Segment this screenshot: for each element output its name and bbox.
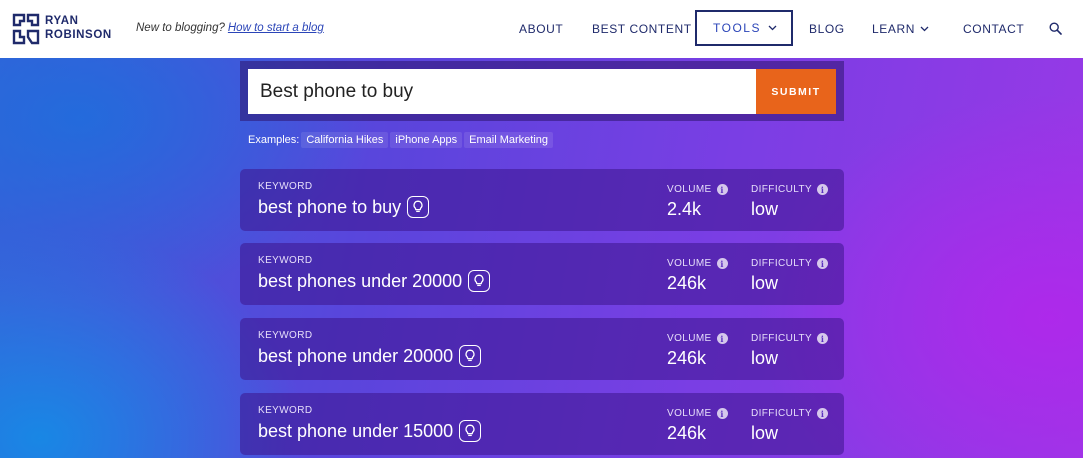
volume-label: VOLUME i [667, 258, 728, 269]
keyword-label: KEYWORD [258, 330, 313, 341]
keyword-label: KEYWORD [258, 181, 313, 192]
keyword-result-card: KEYWORD best phone under 15000 VOLUME i 2… [240, 393, 844, 455]
volume-label-text: VOLUME [667, 184, 712, 195]
tagline-text: New to blogging? [136, 22, 225, 34]
keyword-value: best phone to buy [258, 196, 402, 217]
keyword-text: best phone under 20000 [258, 345, 482, 367]
nav-blog[interactable]: BLOG [809, 22, 845, 36]
volume-label: VOLUME i [667, 408, 728, 419]
logo-line-2: ROBINSON [45, 28, 112, 41]
info-icon[interactable]: i [817, 258, 829, 269]
volume-label: VOLUME i [667, 184, 728, 195]
example-chip[interactable]: iPhone Apps [390, 132, 463, 148]
difficulty-value: low [751, 348, 779, 368]
difficulty-label-text: DIFFICULTY [751, 333, 813, 344]
keyword-result-card: KEYWORD best phone to buy VOLUME i 2.4k D… [240, 169, 844, 231]
volume-label-text: VOLUME [667, 408, 712, 419]
nav-learn[interactable]: LEARN [872, 22, 915, 36]
site-logo[interactable]: RYAN ROBINSON [12, 13, 152, 45]
volume-value: 246k [667, 348, 707, 368]
difficulty-label-text: DIFFICULTY [751, 258, 813, 269]
keyword-label: KEYWORD [258, 405, 313, 416]
info-icon[interactable]: i [716, 333, 728, 344]
nav-about[interactable]: ABOUT [519, 22, 563, 36]
search-icon[interactable] [1049, 22, 1062, 35]
volume-label-text: VOLUME [667, 333, 712, 344]
nav-contact[interactable]: CONTACT [963, 22, 1024, 36]
nav-best-content[interactable]: BEST CONTENT [592, 22, 692, 36]
volume-label-text: VOLUME [667, 258, 712, 269]
info-icon[interactable]: i [716, 258, 728, 269]
lightbulb-icon[interactable] [459, 420, 482, 442]
keyword-label: KEYWORD [258, 255, 313, 266]
volume-value: 246k [667, 423, 707, 443]
keyword-text: best phone to buy [258, 196, 430, 218]
keyword-result-card: KEYWORD best phone under 20000 VOLUME i 2… [240, 318, 844, 380]
info-icon[interactable]: i [817, 333, 829, 344]
chevron-down-icon [920, 26, 929, 32]
difficulty-value: low [751, 199, 779, 219]
lightbulb-icon[interactable] [407, 196, 430, 218]
header-tagline: New to blogging? How to start a blog [136, 22, 324, 34]
keyword-search-input[interactable] [248, 69, 756, 114]
info-icon[interactable]: i [716, 184, 728, 195]
chevron-down-icon [768, 25, 777, 31]
logo-wordmark: RYAN ROBINSON [45, 15, 112, 42]
keyword-text: best phone under 15000 [258, 420, 482, 442]
logo-mark-icon [12, 13, 40, 45]
difficulty-value: low [751, 273, 779, 293]
example-chip[interactable]: Email Marketing [464, 132, 554, 148]
difficulty-label-text: DIFFICULTY [751, 408, 813, 419]
examples-row: Examples: California Hikes iPhone Apps E… [248, 132, 555, 148]
logo-line-1: RYAN [45, 15, 79, 27]
lightbulb-icon[interactable] [459, 345, 482, 367]
site-header: RYAN ROBINSON New to blogging? How to sta… [0, 0, 1083, 58]
keyword-value: best phones under 20000 [258, 270, 463, 291]
difficulty-label-text: DIFFICULTY [751, 184, 813, 195]
lightbulb-icon[interactable] [468, 270, 491, 292]
submit-button[interactable]: SUBMIT [756, 69, 836, 114]
difficulty-value: low [751, 423, 779, 443]
nav-tools-label: TOOLS [713, 21, 761, 35]
keyword-result-card: KEYWORD best phones under 20000 VOLUME i … [240, 243, 844, 305]
keyword-value: best phone under 15000 [258, 420, 454, 441]
volume-value: 246k [667, 273, 707, 293]
volume-label: VOLUME i [667, 333, 728, 344]
difficulty-label: DIFFICULTY i [751, 184, 829, 195]
difficulty-label: DIFFICULTY i [751, 333, 829, 344]
keyword-value: best phone under 20000 [258, 345, 454, 366]
keyword-text: best phones under 20000 [258, 270, 491, 292]
nav-learn-label: LEARN [872, 22, 916, 36]
example-chip[interactable]: California Hikes [301, 132, 389, 148]
examples-label: Examples: [248, 134, 300, 146]
difficulty-label: DIFFICULTY i [751, 408, 829, 419]
info-icon[interactable]: i [817, 184, 829, 195]
info-icon[interactable]: i [817, 408, 829, 419]
keyword-search-bar: SUBMIT [240, 61, 844, 121]
volume-value: 2.4k [667, 199, 702, 219]
start-blog-link[interactable]: How to start a blog [228, 22, 324, 34]
nav-tools[interactable]: TOOLS [695, 10, 793, 46]
info-icon[interactable]: i [716, 408, 728, 419]
difficulty-label: DIFFICULTY i [751, 258, 829, 269]
